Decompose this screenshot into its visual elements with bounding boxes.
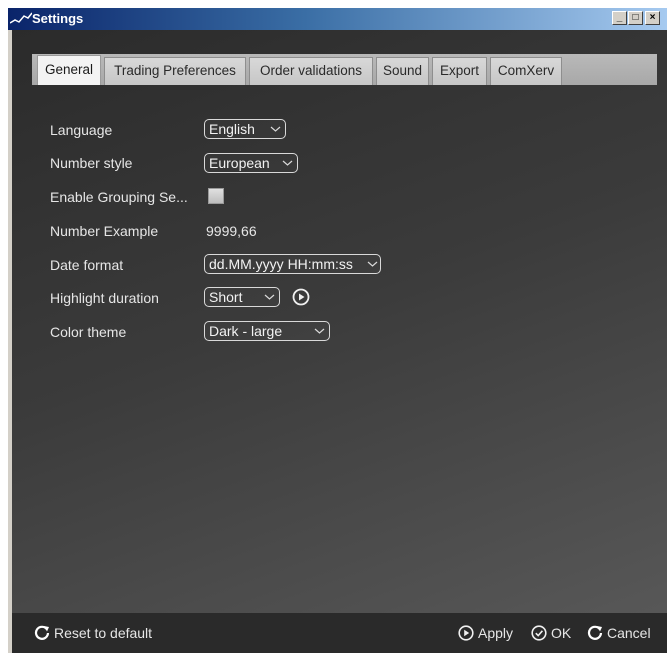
color-theme-value: Dark - large (209, 323, 283, 339)
refresh-icon (587, 625, 603, 640)
tab-comxerv[interactable]: ComXerv (490, 57, 562, 85)
tab-order-validations[interactable]: Order validations (249, 57, 373, 85)
play-circle-icon (458, 625, 474, 641)
minimize-button[interactable]: _ (612, 11, 627, 25)
language-label: Language (50, 122, 113, 138)
cancel-label: Cancel (607, 625, 651, 641)
cancel-button[interactable]: Cancel (587, 624, 657, 642)
tab-sound[interactable]: Sound (376, 57, 429, 85)
highlight-duration-dropdown[interactable]: Short (204, 287, 280, 307)
reset-to-default-button[interactable]: Reset to default (34, 624, 174, 642)
chart-line-icon (10, 12, 32, 24)
chevron-down-icon (282, 160, 293, 166)
tab-strip: General Trading Preferences Order valida… (32, 54, 657, 85)
number-example-value: 9999,66 (206, 223, 257, 239)
chevron-down-icon (314, 328, 325, 334)
apply-label: Apply (478, 625, 514, 641)
language-value: English (209, 121, 255, 137)
grouping-checkbox[interactable] (208, 188, 224, 204)
highlight-duration-label: Highlight duration (50, 290, 159, 306)
play-circle-icon[interactable] (292, 288, 310, 306)
number-example-label: Number Example (50, 223, 159, 239)
date-format-dropdown[interactable]: dd.MM.yyyy HH:mm:ss (204, 254, 381, 274)
tab-general[interactable]: General (37, 55, 101, 85)
window-title: Settings (32, 11, 84, 26)
chevron-down-icon (270, 126, 281, 132)
chevron-down-icon (264, 294, 275, 300)
color-theme-dropdown[interactable]: Dark - large (204, 321, 330, 341)
chevron-down-icon (367, 261, 378, 267)
ok-label: OK (551, 625, 572, 641)
footer-bar: Reset to default Apply OK Cancel (12, 613, 667, 653)
date-format-value: dd.MM.yyyy HH:mm:ss (209, 256, 353, 272)
tab-trading-preferences[interactable]: Trading Preferences (104, 57, 246, 85)
number-style-label: Number style (50, 155, 133, 171)
language-dropdown[interactable]: English (204, 119, 286, 139)
number-style-dropdown[interactable]: European (204, 153, 298, 173)
title-bar[interactable]: Settings _ □ × (8, 8, 667, 30)
ok-button[interactable]: OK (531, 624, 575, 642)
color-theme-label: Color theme (50, 324, 127, 340)
grouping-label: Enable Grouping Se... (50, 189, 188, 205)
number-style-value: European (209, 155, 270, 171)
close-button[interactable]: × (645, 11, 660, 25)
refresh-icon (34, 625, 50, 640)
date-format-label: Date format (50, 257, 124, 273)
settings-window: Settings _ □ × General Trading Preferenc… (8, 8, 667, 653)
check-circle-icon (531, 625, 547, 641)
settings-panel: General Trading Preferences Order valida… (12, 30, 667, 653)
tab-export[interactable]: Export (432, 57, 487, 85)
reset-label: Reset to default (54, 625, 153, 641)
maximize-button[interactable]: □ (628, 11, 643, 25)
apply-button[interactable]: Apply (458, 624, 520, 642)
highlight-duration-value: Short (209, 289, 243, 305)
